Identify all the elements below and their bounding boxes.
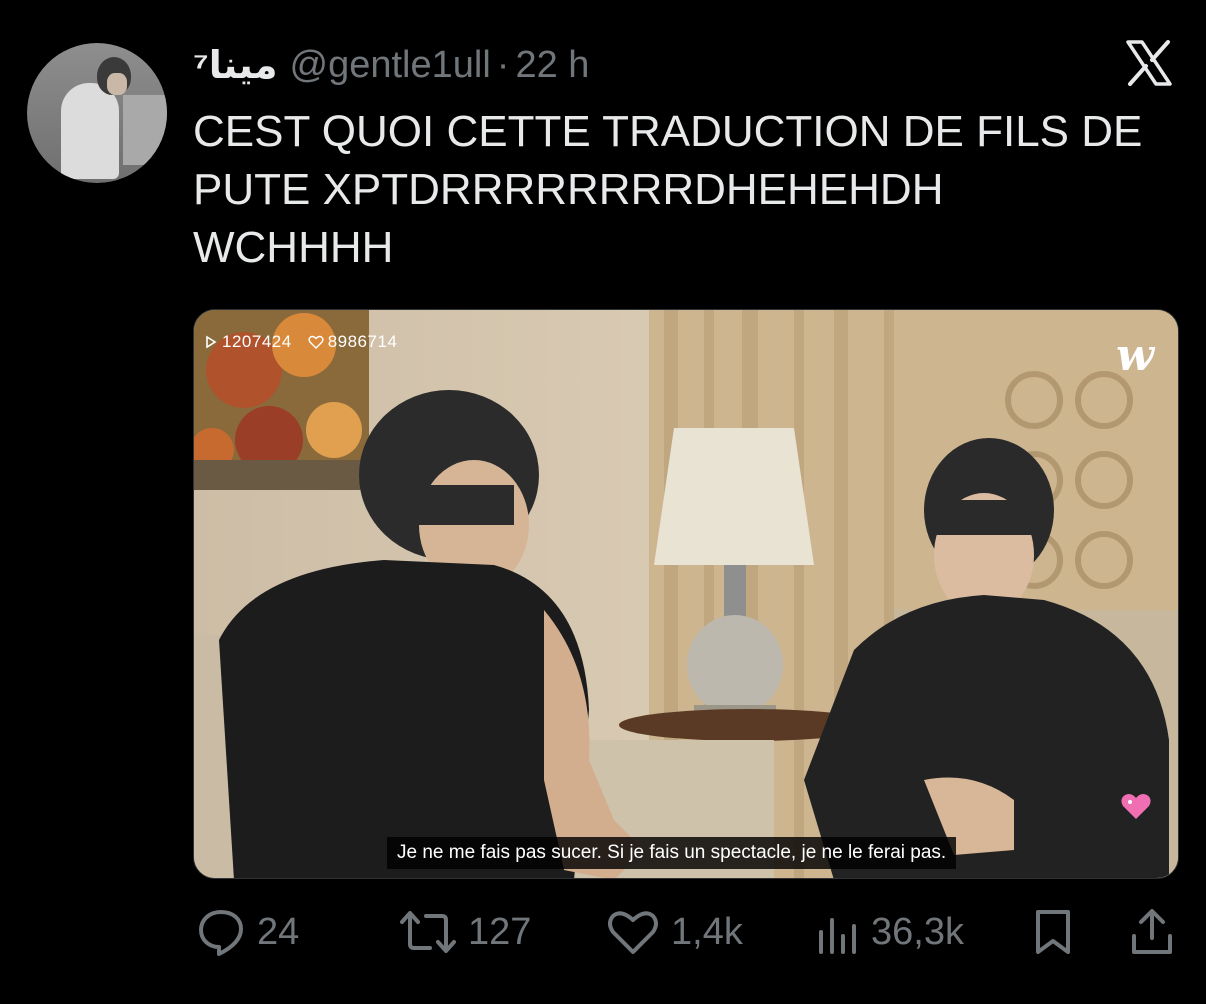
play-count-value: 1207424 [222, 332, 292, 351]
tweet-text-line-1: CEST QUOI CETTE TRADUCTION DE FILS DE [193, 107, 1143, 156]
tweet-text-line-2: PUTE XPTDRRRRRRRRDHEHEHDH [193, 165, 944, 214]
views-count: 36,3k [871, 910, 964, 953]
video-subtitle: Je ne me fais pas sucer. Si je fais un s… [387, 837, 957, 869]
like-count: 8986714 [308, 332, 398, 352]
tweet-text: CEST QUOI CETTE TRADUCTION DE FILS DE PU… [193, 103, 1183, 277]
like-count: 1,4k [671, 910, 743, 953]
share-button[interactable] [1128, 900, 1176, 964]
media-stats: 1207424 8986714 [204, 332, 397, 352]
avatar[interactable] [27, 43, 167, 183]
avatar-face [107, 73, 127, 95]
bookmark-button[interactable] [1030, 900, 1076, 964]
retweet-count: 127 [468, 910, 532, 953]
weverse-watermark: w [1116, 330, 1154, 381]
like-icon [608, 911, 658, 954]
heart-badge-icon [1120, 792, 1152, 820]
video-media[interactable]: 1207424 8986714 w Je ne me fais pas suce… [193, 309, 1179, 879]
views-button[interactable]: 36,3k [815, 900, 964, 964]
display-name[interactable]: مينا⁷ [193, 43, 278, 88]
reply-count: 24 [257, 910, 300, 953]
like-count-value: 8986714 [327, 332, 398, 351]
tweet-text-line-3: WCHHHH [193, 223, 394, 272]
tweet-actions: 24 127 1,4k 36,3k [0, 900, 1206, 964]
tweet-header: مينا⁷ @gentle1ull · 22 h [193, 40, 589, 90]
timestamp[interactable]: 22 h [515, 44, 589, 87]
avatar-background [123, 95, 167, 165]
retweet-icon [400, 911, 456, 953]
like-button[interactable]: 1,4k [605, 900, 743, 964]
x-logo-icon [1124, 38, 1174, 88]
bookmark-icon [1036, 910, 1070, 954]
reply-button[interactable]: 24 [195, 900, 299, 964]
heart-outline-icon [308, 335, 324, 349]
separator-dot: · [496, 43, 510, 86]
avatar-figure [61, 83, 119, 179]
play-icon [206, 335, 217, 349]
views-icon [819, 918, 856, 954]
reply-icon [199, 910, 243, 956]
play-count: 1207424 [204, 332, 292, 352]
video-frame [194, 310, 1178, 878]
user-handle[interactable]: @gentle1ull [290, 44, 491, 87]
share-icon [1132, 909, 1172, 954]
retweet-button[interactable]: 127 [398, 900, 531, 964]
